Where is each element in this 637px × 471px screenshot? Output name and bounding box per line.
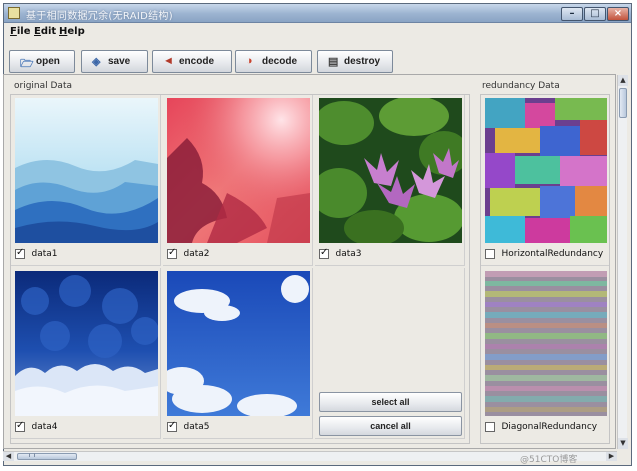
cancel-all-button[interactable]: cancel all — [319, 416, 462, 436]
data2-image — [167, 98, 310, 243]
data1-checkbox-row[interactable]: data1 — [15, 247, 58, 261]
toolbar: 🗁 open ◈ save ◄ encode ◑ decode ▤ destro… — [4, 44, 631, 76]
scroll-left-icon[interactable]: ◀ — [3, 452, 14, 461]
redundancy-cell-diagonal: DiagonalRedundancy — [481, 268, 609, 439]
data1-checkbox[interactable] — [15, 247, 25, 259]
data4-label: data4 — [31, 422, 58, 432]
diagonal-redundancy-row[interactable]: DiagonalRedundancy — [485, 420, 597, 434]
data-cell-4: data4 — [11, 268, 161, 439]
destroy-button[interactable]: ▤ destroy — [317, 50, 393, 73]
data-cell-5: data5 — [163, 268, 313, 439]
horizontal-redundancy-checkbox[interactable] — [485, 249, 495, 259]
data-cell-3: data3 — [315, 95, 465, 266]
horizontal-redundancy-label: HorizontalRedundancy — [501, 249, 604, 259]
data3-checkbox-row[interactable]: data3 — [319, 247, 362, 261]
data3-checkbox[interactable] — [319, 247, 329, 259]
minimize-button[interactable]: – — [561, 7, 583, 21]
open-button-label: open — [36, 56, 60, 67]
encode-button[interactable]: ◄ encode — [152, 50, 232, 73]
decode-button-label: decode — [262, 56, 298, 67]
selection-controls-cell: select all cancel all — [315, 268, 465, 439]
data5-image — [167, 271, 310, 416]
data3-label: data3 — [335, 249, 362, 259]
menu-file[interactable]: File — [10, 26, 30, 37]
menu-edit[interactable]: Edit — [34, 26, 56, 37]
redundancy-data-panel: redundancy Data HorizontalRedundancy Dia… — [478, 77, 612, 445]
scroll-right-icon[interactable]: ▶ — [606, 452, 617, 461]
save-button[interactable]: ◈ save — [81, 50, 148, 73]
original-data-panel: original Data ✓ data1 ✓ data2 ✓ data3 ✓ … — [8, 77, 474, 445]
redundancy-data-grid: HorizontalRedundancy DiagonalRedundancy — [480, 94, 610, 444]
data1-image — [15, 98, 158, 243]
select-all-button[interactable]: select all — [319, 392, 462, 412]
data2-checkbox-row[interactable]: data2 — [167, 247, 210, 261]
data2-label: data2 — [183, 249, 210, 259]
diagonal-redundancy-image — [485, 271, 607, 416]
data2-checkbox[interactable] — [167, 247, 177, 259]
redundancy-data-title: redundancy Data — [482, 81, 560, 91]
vertical-scrollbar[interactable]: ▲ ▼ — [617, 75, 628, 449]
menu-bar: File Edit Help — [4, 24, 631, 41]
horizontal-scroll-thumb[interactable] — [17, 453, 77, 460]
window-title: 基于相同数据冗余(无RAID结构) — [26, 11, 173, 22]
maximize-button[interactable]: □ — [584, 7, 606, 21]
data-cell-1: data1 — [11, 95, 161, 266]
redundancy-cell-horizontal: HorizontalRedundancy — [481, 95, 609, 266]
scroll-up-icon[interactable]: ▲ — [618, 75, 628, 86]
decode-button[interactable]: ◑ decode — [235, 50, 312, 73]
data1-label: data1 — [31, 249, 58, 259]
folder-open-icon: 🗁 — [20, 58, 34, 70]
scroll-grip-icon — [29, 453, 35, 457]
watermark: @51CTO博客 — [520, 455, 578, 465]
horizontal-redundancy-image — [485, 98, 607, 243]
scroll-down-icon[interactable]: ▼ — [618, 438, 628, 449]
close-button[interactable]: × — [607, 7, 629, 21]
data5-label: data5 — [183, 422, 210, 432]
encode-icon: ◄ — [163, 55, 174, 67]
destroy-icon: ▤ — [328, 56, 339, 68]
title-bar[interactable]: 基于相同数据冗余(无RAID结构) – □ × — [4, 4, 631, 23]
diagonal-redundancy-checkbox[interactable] — [485, 422, 495, 432]
encode-button-label: encode — [179, 56, 215, 67]
save-icon: ◈ — [92, 56, 101, 68]
content-pane: original Data ✓ data1 ✓ data2 ✓ data3 ✓ … — [3, 74, 616, 449]
data4-checkbox-row[interactable]: data4 — [15, 420, 58, 434]
data5-checkbox-row[interactable]: data5 — [167, 420, 210, 434]
destroy-button-label: destroy — [344, 56, 381, 67]
horizontal-redundancy-row[interactable]: HorizontalRedundancy — [485, 247, 603, 261]
data4-checkbox[interactable] — [15, 420, 25, 432]
open-button[interactable]: 🗁 open — [9, 50, 75, 73]
data4-image — [15, 271, 158, 416]
app-icon — [8, 7, 20, 19]
data5-checkbox[interactable] — [167, 420, 177, 432]
menu-help[interactable]: Help — [59, 26, 85, 37]
vertical-scroll-thumb[interactable] — [619, 88, 627, 118]
save-button-label: save — [108, 56, 131, 67]
original-data-grid: data1 — [10, 94, 470, 444]
original-data-title: original Data — [14, 81, 72, 91]
decode-icon: ◑ — [246, 55, 253, 67]
data3-image — [319, 98, 462, 243]
diagonal-redundancy-label: DiagonalRedundancy — [501, 422, 598, 432]
data-cell-2: data2 — [163, 95, 313, 266]
